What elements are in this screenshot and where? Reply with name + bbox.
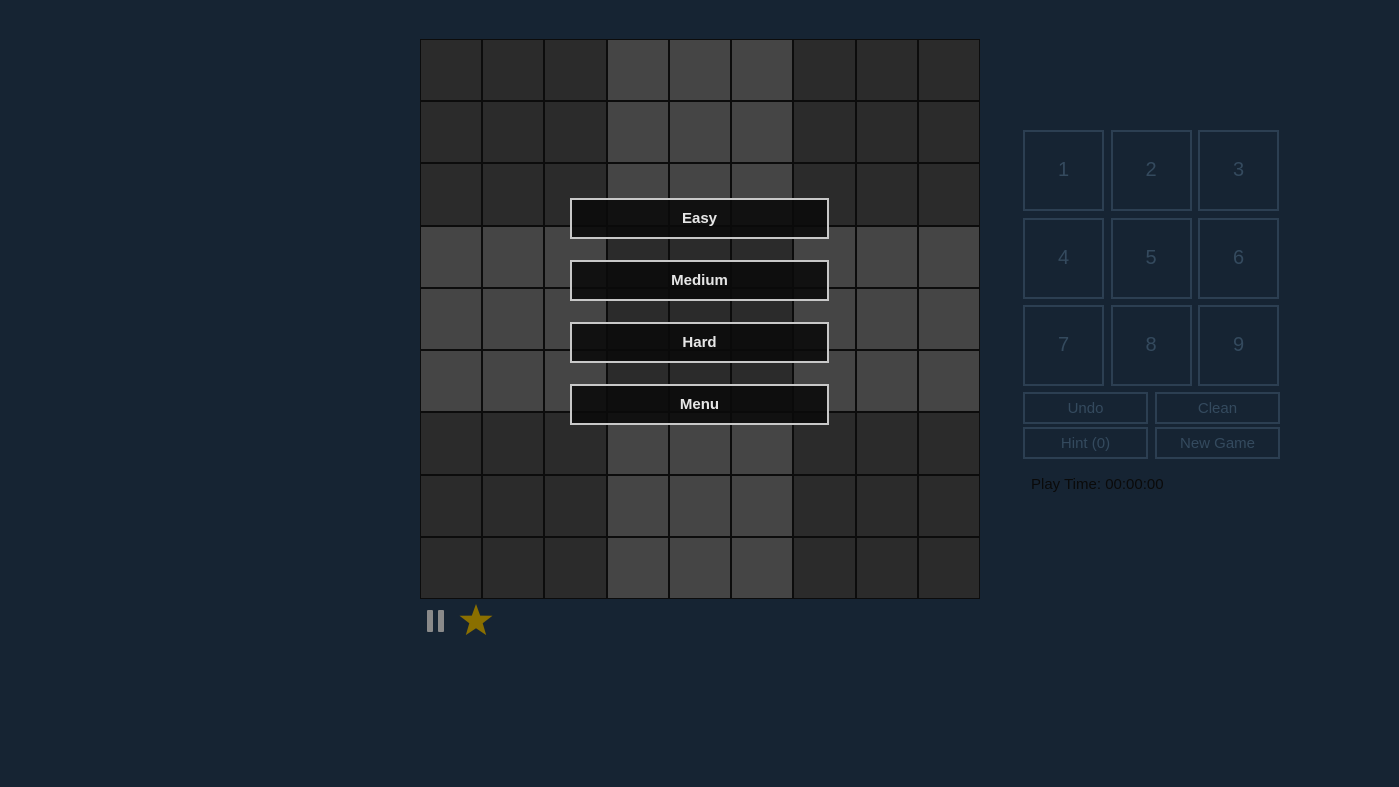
number-button-4[interactable]: 4 xyxy=(1023,217,1104,299)
board-cell[interactable] xyxy=(421,40,482,101)
app-window: Easy Medium Hard Menu 1 2 3 4 5 6 7 8 9 … xyxy=(0,0,1399,787)
number-button-8[interactable]: 8 xyxy=(1110,305,1192,386)
board-cell[interactable] xyxy=(607,537,668,598)
board-cell[interactable] xyxy=(545,40,606,101)
medium-button[interactable]: Medium xyxy=(570,260,829,301)
board-cell[interactable] xyxy=(918,413,979,474)
board-cell[interactable] xyxy=(421,226,482,287)
undo-button[interactable]: Undo xyxy=(1023,392,1148,424)
board-cell[interactable] xyxy=(483,288,544,350)
board-cell[interactable] xyxy=(545,475,606,536)
board-cell[interactable] xyxy=(669,537,731,598)
board-cell[interactable] xyxy=(421,475,482,536)
number-button-6[interactable]: 6 xyxy=(1198,217,1279,299)
board-cell[interactable] xyxy=(856,226,917,287)
pause-icon[interactable] xyxy=(426,610,446,632)
number-button-7[interactable]: 7 xyxy=(1023,305,1104,386)
hint-button[interactable]: Hint (0) xyxy=(1023,427,1148,459)
board-cell[interactable] xyxy=(732,537,793,598)
board-cell[interactable] xyxy=(732,40,793,101)
hard-button[interactable]: Hard xyxy=(570,322,829,363)
board-cell[interactable] xyxy=(483,164,544,225)
board-cell[interactable] xyxy=(669,475,731,536)
action-buttons: Undo Clean Hint (0) New Game xyxy=(1023,392,1280,459)
number-button-5[interactable]: 5 xyxy=(1110,217,1192,299)
board-cell[interactable] xyxy=(545,537,606,598)
board-cell[interactable] xyxy=(918,475,979,536)
board-cell[interactable] xyxy=(856,288,917,350)
board-cell[interactable] xyxy=(856,351,917,412)
board-cell[interactable] xyxy=(483,102,544,163)
number-pad: 1 2 3 4 5 6 7 8 9 xyxy=(1023,130,1279,386)
board-cell[interactable] xyxy=(732,102,793,163)
board-cell[interactable] xyxy=(545,102,606,163)
number-button-1[interactable]: 1 xyxy=(1023,130,1104,211)
number-button-2[interactable]: 2 xyxy=(1110,130,1192,211)
board-cell[interactable] xyxy=(856,102,917,163)
star-icon[interactable] xyxy=(458,602,494,638)
board-cell[interactable] xyxy=(918,288,979,350)
difficulty-menu: Easy Medium Hard Menu xyxy=(570,198,829,446)
board-cell[interactable] xyxy=(483,537,544,598)
board-cell[interactable] xyxy=(483,351,544,412)
board-cell[interactable] xyxy=(794,102,855,163)
board-cell[interactable] xyxy=(856,413,917,474)
board-cell[interactable] xyxy=(918,351,979,412)
board-cell[interactable] xyxy=(856,537,917,598)
board-cell[interactable] xyxy=(483,475,544,536)
board-cell[interactable] xyxy=(421,537,482,598)
board-cell[interactable] xyxy=(607,102,668,163)
board-cell[interactable] xyxy=(918,102,979,163)
board-cell[interactable] xyxy=(421,288,482,350)
board-cell[interactable] xyxy=(794,537,855,598)
board-cell[interactable] xyxy=(732,475,793,536)
board-cell[interactable] xyxy=(918,40,979,101)
board-cell[interactable] xyxy=(918,164,979,225)
menu-button[interactable]: Menu xyxy=(570,384,829,425)
board-cell[interactable] xyxy=(794,40,855,101)
board-cell[interactable] xyxy=(483,226,544,287)
board-cell[interactable] xyxy=(856,475,917,536)
number-button-3[interactable]: 3 xyxy=(1198,130,1279,211)
board-cell[interactable] xyxy=(669,40,731,101)
board-cell[interactable] xyxy=(669,102,731,163)
board-cell[interactable] xyxy=(483,413,544,474)
board-cell[interactable] xyxy=(918,226,979,287)
board-cell[interactable] xyxy=(421,102,482,163)
board-cell[interactable] xyxy=(607,475,668,536)
number-button-9[interactable]: 9 xyxy=(1198,305,1279,386)
board-cell[interactable] xyxy=(607,40,668,101)
board-cell[interactable] xyxy=(918,537,979,598)
board-cell[interactable] xyxy=(421,413,482,474)
clean-button[interactable]: Clean xyxy=(1155,392,1280,424)
board-cell[interactable] xyxy=(421,351,482,412)
board-cell[interactable] xyxy=(794,475,855,536)
board-cell[interactable] xyxy=(856,40,917,101)
new-game-button[interactable]: New Game xyxy=(1155,427,1280,459)
board-cell[interactable] xyxy=(483,40,544,101)
easy-button[interactable]: Easy xyxy=(570,198,829,239)
play-time: Play Time: 00:00:00 xyxy=(1031,476,1164,493)
play-time-label: Play Time: xyxy=(1031,476,1102,493)
play-time-value: 00:00:00 xyxy=(1105,476,1164,493)
board-cell[interactable] xyxy=(421,164,482,225)
board-cell[interactable] xyxy=(856,164,917,225)
